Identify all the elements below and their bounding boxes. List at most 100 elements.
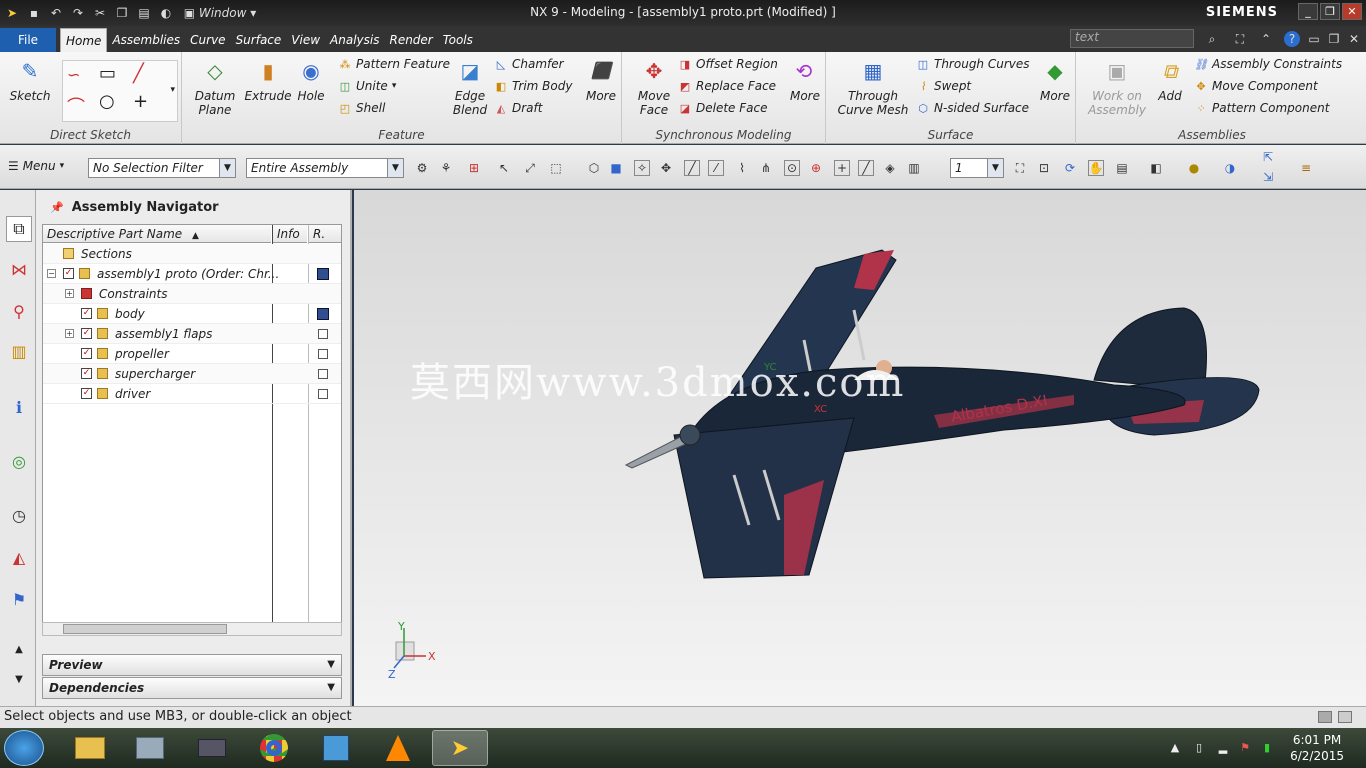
solid-body-icon[interactable]: ⬡ [586, 160, 602, 176]
menu-button[interactable]: ☰ Menu ▾ [8, 159, 64, 173]
wcs-orient-icon[interactable]: ⇲ [1260, 169, 1276, 185]
undo-icon[interactable]: ↶ [48, 5, 64, 21]
device-icon[interactable]: ▯ [1192, 740, 1206, 754]
tab-home[interactable]: Home [60, 28, 108, 52]
chamfer-button[interactable]: ◺ Chamfer [494, 57, 564, 71]
snap-settings-icon[interactable]: ✥ [658, 160, 674, 176]
reuse-library-icon[interactable]: ▥ [6, 338, 32, 364]
point-icon[interactable]: + [133, 91, 148, 112]
profile-icon[interactable]: ∽ [67, 65, 80, 84]
nx-app-icon[interactable]: ➤ [432, 730, 488, 766]
clock-icon[interactable]: ◷ [6, 502, 32, 528]
tree-row-propeller[interactable]: ✓ propeller [43, 344, 341, 364]
unite-dropdown-icon[interactable]: ▾ [392, 81, 397, 91]
expand-icon[interactable]: + [65, 289, 74, 298]
window-menu-icon[interactable]: ▣ Window ▾ [180, 5, 260, 21]
swept-button[interactable]: ⌇ Swept [916, 79, 971, 93]
status-toggle-icon[interactable] [1318, 711, 1332, 723]
part-icon[interactable]: ■ [608, 160, 624, 176]
scroll-up-icon[interactable]: ▲ [6, 636, 32, 662]
copy-icon[interactable]: ❐ [114, 5, 130, 21]
visibility-checkbox[interactable]: ✓ [81, 388, 92, 399]
surface-more-button[interactable]: ◆ More [1038, 56, 1072, 103]
point-on-face-icon[interactable]: ◈ [882, 160, 898, 176]
control-point-icon[interactable]: ⌇ [734, 160, 750, 176]
tree-row-assembly1-proto[interactable]: − ✓ assembly1 proto (Order: Chr... [43, 264, 341, 284]
pattern-component-button[interactable]: ⁘ Pattern Component [1194, 101, 1329, 115]
unite-button[interactable]: ◫ Unite ▾ [338, 79, 397, 93]
gallery-expand-icon[interactable]: ▾ [170, 85, 175, 95]
trim-body-button[interactable]: ◧ Trim Body [494, 79, 573, 93]
zoom-icon[interactable]: ⊡ [1036, 160, 1052, 176]
show-hidden-icons-icon[interactable]: ▲ [1168, 740, 1182, 754]
scroll-down-icon[interactable]: ▼ [6, 666, 32, 692]
work-layer-dropdown[interactable]: 1 ▼ [950, 158, 1004, 178]
visibility-checkbox[interactable]: ✓ [81, 348, 92, 359]
history-icon[interactable]: ◎ [6, 448, 32, 474]
constraint-navigator-icon[interactable]: ⋈ [6, 256, 32, 282]
sketch-button[interactable]: ✎ Sketch [8, 56, 52, 103]
assembly-constraints-button[interactable]: ⛓ Assembly Constraints [1194, 57, 1342, 71]
column-header-info[interactable]: Info [273, 225, 307, 243]
sync-more-button[interactable]: ⟲ More [788, 56, 822, 103]
shell-button[interactable]: ◰ Shell [338, 101, 385, 115]
tree-row-constraints[interactable]: + Constraints [43, 284, 341, 304]
edge-blend-button[interactable]: ◪ Edge Blend [452, 56, 488, 117]
selection-scope-dropdown[interactable]: Entire Assembly ▼ [246, 158, 404, 178]
help-icon[interactable]: ? [1284, 31, 1300, 47]
file-explorer-icon[interactable] [62, 730, 118, 766]
end-point-icon[interactable]: ╱ [684, 160, 700, 176]
part-navigator-icon[interactable]: ⚲ [6, 298, 32, 324]
system-clock[interactable]: 6:01 PM 6/2/2015 [1290, 732, 1344, 764]
add-component-button[interactable]: ⧉ Add [1152, 56, 1188, 103]
visibility-checkbox[interactable]: ✓ [63, 268, 74, 279]
delete-face-button[interactable]: ◪ Delete Face [678, 101, 768, 115]
move-component-button[interactable]: ✥ Move Component [1194, 79, 1317, 93]
offset-region-button[interactable]: ◨ Offset Region [678, 57, 778, 71]
draft-button[interactable]: ◭ Draft [494, 101, 543, 115]
tab-view[interactable]: View [286, 28, 325, 52]
network-signal-icon[interactable]: ▂ [1216, 740, 1230, 754]
tab-surface[interactable]: Surface [231, 28, 287, 52]
through-curve-mesh-button[interactable]: ▦ Through Curve Mesh [838, 56, 909, 117]
doc-restore-icon[interactable]: ❐ [1326, 31, 1342, 47]
visibility-checkbox[interactable]: ✓ [81, 368, 92, 379]
visibility-checkbox[interactable]: ✓ [81, 308, 92, 319]
pan-icon[interactable]: ✋ [1088, 160, 1104, 176]
existing-point-icon[interactable]: + [834, 160, 850, 176]
tab-render[interactable]: Render [384, 28, 437, 52]
collapse-icon[interactable]: − [47, 269, 56, 278]
circle-icon[interactable]: ○ [99, 91, 115, 112]
bounded-grid-icon[interactable]: ▥ [906, 160, 922, 176]
command-search-input[interactable]: text [1070, 29, 1194, 48]
orient-view-icon[interactable]: ▤ [1114, 160, 1130, 176]
pin-icon[interactable]: 📌 [50, 201, 64, 214]
fullscreen-icon[interactable]: ⛶ [1232, 31, 1248, 47]
web-browser-icon[interactable]: ℹ [6, 394, 32, 420]
expand-icon[interactable]: + [65, 329, 74, 338]
tab-analysis[interactable]: Analysis [325, 28, 384, 52]
doc-close-icon[interactable]: ✕ [1346, 31, 1362, 47]
rectangle-icon[interactable]: ▭ [99, 63, 116, 84]
close-button[interactable]: ✕ [1342, 3, 1362, 20]
intersection-icon[interactable]: ⋔ [758, 160, 774, 176]
scrollbar-thumb[interactable] [63, 624, 227, 634]
start-button[interactable] [4, 730, 44, 766]
tab-assemblies[interactable]: Assemblies [107, 28, 185, 52]
dependencies-panel-header[interactable]: Dependencies ▼ [42, 677, 342, 699]
tab-tools[interactable]: Tools [438, 28, 478, 52]
action-center-icon[interactable]: ⚑ [1238, 740, 1252, 754]
show-hide-icon[interactable]: ◑ [1222, 160, 1238, 176]
select-chain-icon[interactable]: ⤢ [522, 160, 538, 176]
column-header-name[interactable]: Descriptive Part Name ▲ [43, 225, 271, 243]
fit-icon[interactable]: ⛶ [1012, 160, 1028, 176]
wcs-dynamics-icon[interactable]: ⇱ [1260, 149, 1276, 165]
doc-minimize-icon[interactable]: ▭ [1306, 31, 1322, 47]
graphics-window[interactable]: Albatros D.XI YC XC 莫西网www.3dmox.com X Y… [354, 190, 1366, 706]
replace-face-button[interactable]: ◩ Replace Face [678, 79, 776, 93]
through-curves-button[interactable]: ◫ Through Curves [916, 57, 1030, 71]
rendering-style-icon[interactable]: ◧ [1148, 160, 1164, 176]
snap-icon[interactable]: ✧ [634, 160, 650, 176]
pattern-feature-button[interactable]: ⁂ Pattern Feature [338, 57, 451, 71]
move-face-button[interactable]: ✥ Move Face [636, 56, 672, 117]
